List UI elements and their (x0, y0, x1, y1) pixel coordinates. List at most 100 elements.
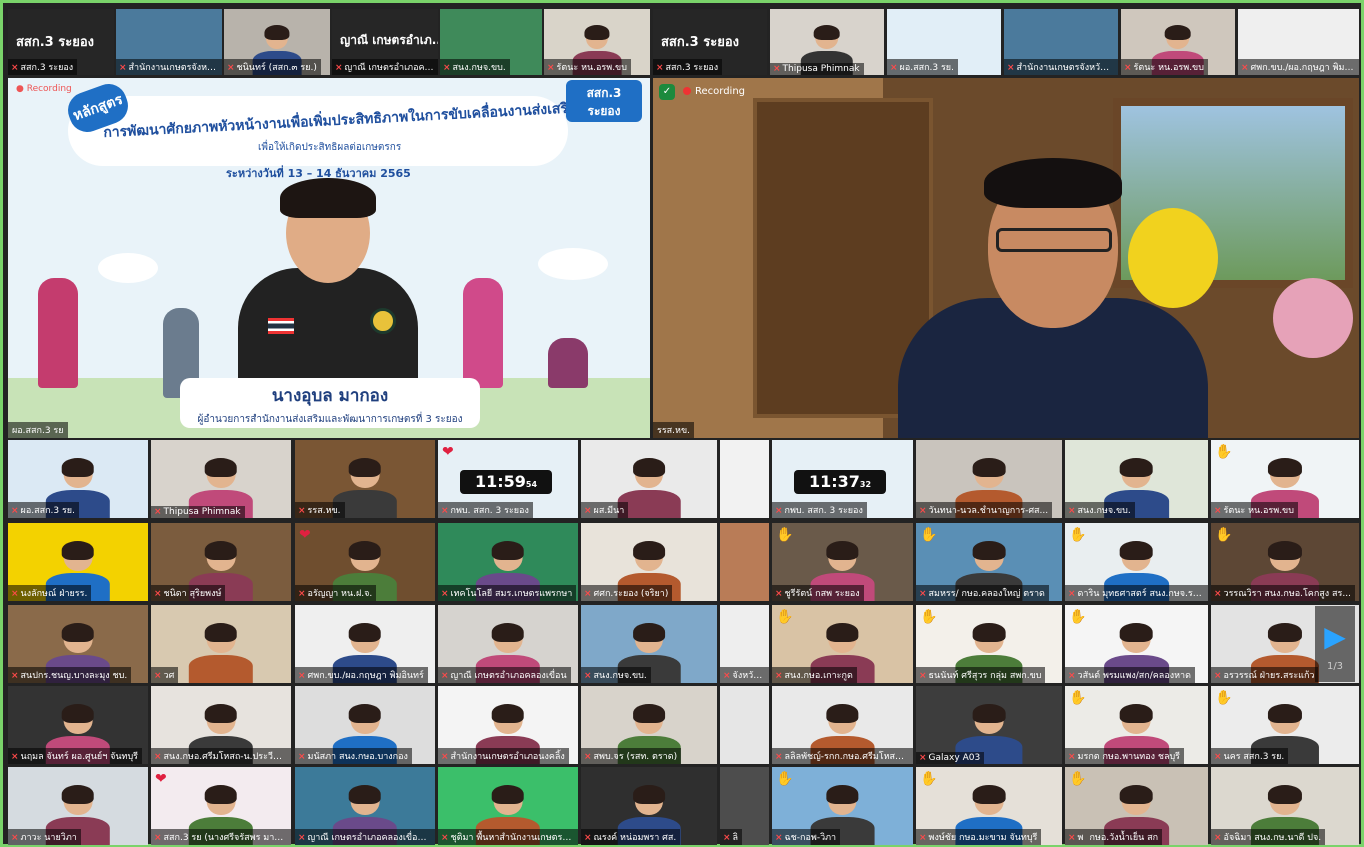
top-tile-video[interactable]: ⨯ ศพก.ขบ./ผอ.กฤษฎา พิมอิ... (1238, 9, 1359, 75)
participant-tile[interactable]: ✋ ⨯ มรกต กษอ.พานทอง ชลบุรี (1065, 686, 1208, 764)
participant-tile[interactable]: ⨯ ภาวะ นายวิภา (8, 767, 148, 845)
participant-tile[interactable]: ✋ ⨯ รัตนะ หน.อรพ.ขบ (1211, 440, 1359, 518)
participant-tile[interactable]: ⨯ สนปกร.ชนญ.บางละมุง ชบ. (8, 605, 148, 683)
participant-label: ⨯ ลลิลพัชญ์-รกก.กษอ.ศรีมโหสถ-... (772, 748, 913, 764)
top-tile-name[interactable]: สสก.3 ระยอง ⨯ สสก.3 ระยอง (8, 9, 114, 75)
muted-mic-icon: ⨯ (1007, 63, 1015, 73)
muted-mic-icon: ⨯ (441, 752, 449, 762)
participant-tile[interactable]: ⨯ สนง.กษจ.ขบ. (581, 605, 717, 683)
participant-tile[interactable]: ❤ ⨯ อรัญญา หน.ฝ.จ. (295, 523, 435, 601)
main-video-right[interactable]: ✓ Recording รรส.หข. (653, 78, 1359, 438)
participant-label: ⨯ ศศก.ระยอง (จริยา) (581, 585, 673, 601)
raised-hand-icon: ✋ (1215, 690, 1233, 706)
participant-tile[interactable]: ⨯ ญาณี เกษตรอำเภอคลองเขื่อน (438, 605, 578, 683)
participant-tile[interactable]: 11:3732 ⨯ กพบ. สสก. 3 ระยอง (772, 440, 913, 518)
participant-tile[interactable]: ⨯ชุติมา พื้นหาสำนักงานเกษตรอำเภอบ... (438, 767, 578, 845)
participant-tile[interactable]: ⨯ ศศก.ระยอง (จริยา) (581, 523, 717, 601)
participant-label: ⨯ ผส.มีนา (581, 502, 629, 518)
participant-tile[interactable]: ⨯ ลลิลพัชญ์-รกก.กษอ.ศรีมโหสถ-... (772, 686, 913, 764)
participant-tile[interactable]: ⨯ ศพก.ขบ./ผอ.กฤษฎา พิมอินทร์ (295, 605, 435, 683)
participant-tile[interactable]: ⨯ ลิ (720, 767, 769, 845)
top-tile-video[interactable]: ⨯ Thipusa Phimnak (770, 9, 884, 75)
muted-mic-icon: ⨯ (584, 671, 592, 681)
participant-tile[interactable]: ⨯ญาณี เกษตรอำเภอคลองเขื่อน ฉะเชิงเทรา (295, 767, 435, 845)
participant-tile[interactable]: ⨯ มนัสภา สนง.กษอ.บางกอง (295, 686, 435, 764)
participant-label: ⨯ Thipusa Phimnak (151, 506, 245, 518)
muted-mic-icon: ⨯ (1068, 589, 1076, 599)
participant-tile[interactable]: ✋ ⨯ สมหรร/ กษอ.คลองใหญ่ ตราด (916, 523, 1062, 601)
top-tile-video[interactable]: ⨯ สนง.กษจ.ขบ. (440, 9, 542, 75)
participant-tile[interactable]: ⨯ ณรงค์ หน่อมพรา ศส. (581, 767, 717, 845)
participant-tile[interactable]: ⨯ อัจฉิมา สนง.กษ.นาดี ปจ. (1211, 767, 1359, 845)
participant-label: ⨯ อรัญญา หน.ฝ.จ. (295, 585, 377, 601)
top-tile-video[interactable]: ⨯สำนักงานเกษตรจังหวัดปรา... (116, 9, 222, 75)
participant-tile[interactable]: ⨯ ชนิดา สุริยพงษ์ (151, 523, 291, 601)
participant-tile[interactable]: ⨯ วศ (151, 605, 291, 683)
participant-label: ⨯ พกษอ.วังน้ำเย็น สก (1065, 829, 1163, 845)
main-video-left[interactable]: ● Recording หลักสูตร การพัฒนาศักยภาพหัวห… (8, 78, 650, 438)
participant-tile[interactable]: ⨯ นงลักษณ์ ฝ่ายรร. (8, 523, 148, 601)
participant-tile[interactable]: ⨯ Galaxy A03 (916, 686, 1062, 764)
participant-tile[interactable]: ✋ ⨯ ฉช-กอพ-วิภา (772, 767, 913, 845)
participant-tile[interactable]: ⨯จังหวัดปร... (720, 605, 769, 683)
participant-label: ⨯ รัตนะ หน.อรพ.ขบ (1211, 502, 1298, 518)
participant-tile[interactable]: ⨯ สพบ.จร (รสท. ตราด) (581, 686, 717, 764)
participant-label: ⨯ วสันต์ พรมแพง/สก/คลองหาด (1065, 667, 1195, 683)
participant-tile[interactable]: 11:5954 ❤ ⨯ กพบ. สสก. 3 ระยอง (438, 440, 578, 518)
participant-label: ⨯ อรวรรณ์ ฝ่ายร.สระแก้ว (1211, 667, 1319, 683)
participant-tile[interactable]: ✋ ⨯ ดาริน มุทธศาสตร์ สนง.กษจ.ระ... (1065, 523, 1208, 601)
top-tile-video[interactable]: ⨯สำนักงานเกษตรจังหวัดปรา... (1004, 9, 1118, 75)
participant-label: ⨯ สนปกร.ชนญ.บางละมุง ชบ. (8, 667, 132, 683)
participant-tile[interactable]: ⨯ สนง.กษจ.ขบ. (1065, 440, 1208, 518)
participant-tile[interactable] (720, 440, 769, 518)
participant-tile[interactable]: ⨯ ผอ.สสก.3 รย. (8, 440, 148, 518)
participant-tile[interactable] (720, 686, 769, 764)
participant-label: ⨯ ลิ (720, 829, 743, 845)
top-tile-video[interactable]: ⨯ ชนินทร์ (สสก.๓ รย.) (224, 9, 330, 75)
participant-tile[interactable]: ⨯ ผส.มีนา (581, 440, 717, 518)
muted-mic-icon: ⨯ (919, 671, 927, 681)
participant-tile[interactable]: ⨯สนง.กษอ.ศรีมโหสถ-น.ประวีณนุช-ศรีลิกรันต… (151, 686, 291, 764)
participant-tile[interactable]: ⨯ สำนักงานเกษตรอำเภอนงคลิ้ง (438, 686, 578, 764)
participant-tile[interactable]: ⨯ นฤมล จันทร์ ผอ.ศูนย์ฯ จันทบุรี (8, 686, 148, 764)
muted-mic-icon: ⨯ (1214, 506, 1222, 516)
participant-tile[interactable]: ⨯ วันทนา-นวล.ชำนาญการ-ศส... (916, 440, 1062, 518)
muted-mic-icon: ⨯ (227, 63, 235, 73)
participant-label: ⨯ สสก.3 ระยอง (8, 59, 78, 75)
participant-label: ⨯ชุติมา พื้นหาสำนักงานเกษตรอำเภอบ... (438, 829, 578, 845)
participant-tile[interactable]: ✋ ⨯ นคร สสก.3 รย. (1211, 686, 1359, 764)
participant-tile[interactable]: ✋ ⨯ พกษอ.วังน้ำเย็น สก (1065, 767, 1208, 845)
raised-hand-icon: ✋ (1215, 527, 1233, 543)
raised-hand-icon: ✋ (776, 609, 794, 625)
participant-label: ⨯ เทคโนโลยี สมร.เกษตรแพรกษา (438, 585, 577, 601)
participant-tile[interactable]: ⨯ Thipusa Phimnak (151, 440, 291, 518)
participant-tile[interactable]: ✋ ⨯ วรรณวิรา สนง.กษอ.โคกสูง สร... (1211, 523, 1359, 601)
participant-tile[interactable]: ✋ ⨯ สนง.กษอ.เกาะกูด (772, 605, 913, 683)
participant-tile[interactable] (720, 523, 769, 601)
muted-mic-icon: ⨯ (723, 671, 731, 681)
participant-tile[interactable]: ⨯ เทคโนโลยี สมร.เกษตรแพรกษา (438, 523, 578, 601)
muted-mic-icon: ⨯ (298, 833, 306, 843)
participant-tile[interactable]: ✋ ⨯ ธนนันท์ ศรีสุวร กลุ่ม สพก.ขบ (916, 605, 1062, 683)
participant-label: ⨯ พงษ์ชัย กษอ.มะขาม จันทบุรี (916, 829, 1042, 845)
top-tile-name[interactable]: สสก.3 ระยอง ⨯ สสก.3 ระยอง (653, 9, 767, 75)
speaker-figure (888, 158, 1218, 438)
muted-mic-icon: ⨯ (775, 833, 783, 843)
participant-tile[interactable]: ✋ ⨯ พงษ์ชัย กษอ.มะขาม จันทบุรี (916, 767, 1062, 845)
participant-tile[interactable]: ✋ ⨯ ชูรีรัตน์ กสพ ระยอง (772, 523, 913, 601)
next-page-button[interactable]: ▶ 1/3 (1315, 606, 1355, 682)
top-tile-video[interactable]: ⨯ รัตนะ หน.อรพ.ขบ (544, 9, 650, 75)
participant-tile[interactable]: ❤ ⨯ สสก.3 รย (นางศรีจรัสพร มากหลอ) (151, 767, 291, 845)
top-tile-name[interactable]: ญาณี เกษตรอำเภ... ⨯ญาณี เกษตรอำเภอคลอง..… (332, 9, 438, 75)
raised-hand-icon: ✋ (920, 527, 938, 543)
participant-tile[interactable]: ✋ ⨯ วสันต์ พรมแพง/สก/คลองหาด (1065, 605, 1208, 683)
participant-label: ⨯ สสก.3 รย (นางศรีจรัสพร มากหลอ) (151, 829, 291, 845)
participant-tile[interactable]: ⨯ รรส.หข. (295, 440, 435, 518)
top-tile-video[interactable]: ⨯ รัตนะ หน.อรพ.ขบ (1121, 9, 1235, 75)
participant-label: ⨯ สนง.กษจ.ขบ. (1065, 502, 1135, 518)
participant-label: ⨯ Thipusa Phimnak (770, 63, 864, 75)
top-tile-video[interactable]: ⨯ ผอ.สสก.3 รย. (887, 9, 1001, 75)
participant-label: ⨯ ชนินทร์ (สสก.๓ รย.) (224, 59, 321, 75)
participant-label: ⨯ ภาวะ นายวิภา (8, 829, 81, 845)
participant-label: ⨯ วันทนา-นวล.ชำนาญการ-ศส... (916, 502, 1053, 518)
